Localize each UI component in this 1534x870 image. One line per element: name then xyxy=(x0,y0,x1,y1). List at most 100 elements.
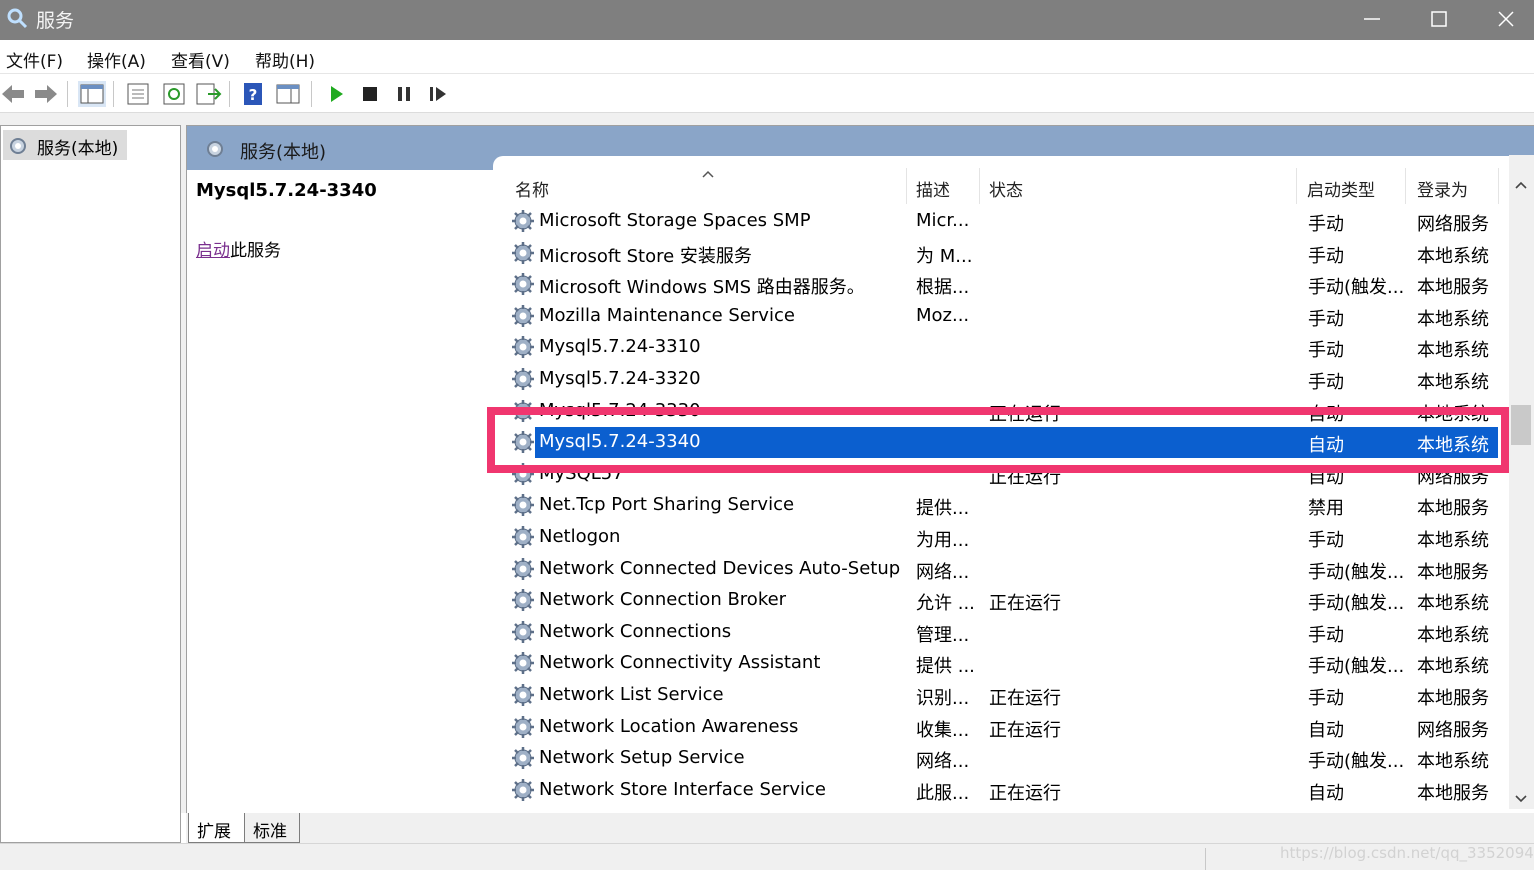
service-row[interactable]: Microsoft Store 安装服务 为 M... 手动 本地系统 xyxy=(493,238,1513,269)
service-row[interactable]: Network Store Interface Service 此服... 正在运行… xyxy=(493,775,1513,806)
service-row[interactable]: Network Connection Broker 允许 ... 正在运行 手动(触发… xyxy=(493,585,1513,616)
service-name: Mysql5.7.24-3320 xyxy=(539,368,701,389)
service-name: Network Store Interface Service xyxy=(539,778,827,800)
pause-icon[interactable] xyxy=(390,81,418,107)
service-row[interactable]: Mysql5.7.24-3310 手动 本地系统 xyxy=(493,332,1513,363)
service-startup-type: 手动 xyxy=(1308,340,1344,362)
menu-view[interactable]: 查看(V) xyxy=(171,47,230,72)
service-gear-icon xyxy=(511,304,535,332)
column-header-status[interactable]: 状态 xyxy=(989,176,1023,201)
service-logon-as: 本地服务 xyxy=(1417,277,1489,299)
service-row[interactable]: Network Connected Devices Auto-Setup 网络..… xyxy=(493,554,1513,585)
service-name: Network Connections xyxy=(539,620,732,642)
menu-help[interactable]: 帮助(H) xyxy=(255,47,315,72)
vertical-scrollbar[interactable] xyxy=(1509,155,1534,809)
scroll-down-icon[interactable] xyxy=(1515,789,1527,808)
service-gear-icon xyxy=(511,778,535,806)
service-description: 管理... xyxy=(916,624,970,646)
service-row[interactable]: Microsoft Windows SMS 路由器服务。 根据... 手动(触发..… xyxy=(493,269,1513,300)
column-divider[interactable] xyxy=(1296,168,1297,204)
service-row[interactable]: Microsoft Storage Spaces SMP Micr... 手动 网络服… xyxy=(493,206,1513,237)
scrollbar-thumb[interactable] xyxy=(1511,405,1531,445)
service-description: Micr... xyxy=(916,210,970,231)
forward-arrow-icon[interactable] xyxy=(31,81,59,107)
service-gear-icon xyxy=(511,241,535,269)
show-hide-icon[interactable] xyxy=(274,81,302,107)
service-startup-type: 手动(触发... xyxy=(1308,751,1405,773)
column-header-desc[interactable]: 描述 xyxy=(916,176,950,201)
toolbar-separator xyxy=(67,81,68,107)
close-button[interactable] xyxy=(1472,0,1534,40)
column-header-startup[interactable]: 启动类型 xyxy=(1307,176,1375,201)
stop-icon[interactable] xyxy=(356,81,384,107)
service-logon-as: 本地系统 xyxy=(1417,530,1489,551)
service-startup-type: 手动(触发... xyxy=(1308,656,1405,678)
properties-icon[interactable] xyxy=(124,81,152,107)
service-row[interactable]: Network Location Awareness 收集... 正在运行 自动 网络服… xyxy=(493,712,1513,743)
maximize-button[interactable] xyxy=(1405,0,1471,40)
tab-extended[interactable]: 扩展 xyxy=(188,813,246,843)
service-gear-icon xyxy=(511,335,535,363)
service-name: Mozilla Maintenance Service xyxy=(539,304,795,326)
service-startup-type: 自动 xyxy=(1308,719,1344,741)
column-divider[interactable] xyxy=(1498,168,1499,204)
start-service-link[interactable]: 启动 xyxy=(196,241,230,261)
sort-ascending-icon xyxy=(701,164,715,183)
minimize-button[interactable] xyxy=(1338,0,1404,40)
service-description: 提供 ... xyxy=(916,656,975,678)
service-logon-as: 本地服务 xyxy=(1417,782,1489,804)
tab-standard[interactable]: 标准 xyxy=(244,813,300,843)
service-row[interactable]: Network List Service 识别... 正在运行 手动 本地服务 xyxy=(493,680,1513,711)
service-logon-as: 网络服务 xyxy=(1417,719,1489,741)
service-gear-icon xyxy=(511,493,535,521)
service-description: 为 M... xyxy=(916,245,973,267)
console-tree-icon[interactable] xyxy=(78,81,106,107)
services-list: 名称 描述 状态 启动类型 登录为 Microsoft Storage Spac… xyxy=(493,156,1534,815)
column-header-name[interactable]: 名称 xyxy=(515,176,549,201)
service-logon-as: 本地服务 xyxy=(1417,688,1489,709)
resume-icon[interactable] xyxy=(424,81,452,107)
service-gear-icon xyxy=(511,588,535,616)
service-name: Mysql5.7.24-3310 xyxy=(539,336,701,358)
window-title: 服务 xyxy=(36,10,75,32)
service-gear-icon xyxy=(511,557,535,585)
service-startup-type: 手动 xyxy=(1308,245,1344,267)
service-startup-type: 手动(触发... xyxy=(1308,593,1405,615)
console-tree: 服务(本地) xyxy=(0,125,181,843)
column-divider[interactable] xyxy=(1405,168,1406,204)
pane-header-label: 服务(本地) xyxy=(240,142,327,163)
service-gear-icon xyxy=(511,651,535,679)
service-name: Network Connected Devices Auto-Setup xyxy=(539,557,901,579)
service-startup-type: 手动 xyxy=(1308,688,1344,709)
highlight-annotation-box xyxy=(487,407,1509,473)
status-bar: https://blog.csdn.net/qq_33520945 xyxy=(0,843,1534,870)
service-logon-as: 本地系统 xyxy=(1417,751,1489,773)
service-row[interactable]: Network Setup Service 网络... 手动(触发... 本地系统 xyxy=(493,743,1513,774)
tree-node-services-local[interactable]: 服务(本地) xyxy=(3,130,127,160)
export-list-icon[interactable] xyxy=(194,81,222,107)
menu-bar: 文件(F) 操作(A) 查看(V) 帮助(H) xyxy=(0,40,1534,74)
service-row[interactable]: Mozilla Maintenance Service Moz... 手动 本地系统 xyxy=(493,301,1513,332)
service-name: Net.Tcp Port Sharing Service xyxy=(539,494,795,516)
back-arrow-icon[interactable] xyxy=(0,81,28,107)
service-row[interactable]: Mysql5.7.24-3320 手动 本地系统 xyxy=(493,364,1513,395)
service-row[interactable]: Network Connections 管理... 手动 本地系统 xyxy=(493,617,1513,648)
service-gear-icon xyxy=(511,620,535,648)
column-divider[interactable] xyxy=(979,168,980,204)
help-icon[interactable]: ? xyxy=(240,81,268,107)
service-status: 正在运行 xyxy=(989,719,1061,741)
scroll-up-icon[interactable] xyxy=(1515,175,1527,194)
column-header-logon[interactable]: 登录为 xyxy=(1417,176,1468,201)
maximize-icon xyxy=(1431,11,1447,27)
refresh-icon[interactable] xyxy=(160,81,188,107)
menu-action[interactable]: 操作(A) xyxy=(87,47,146,72)
column-divider[interactable] xyxy=(906,168,907,204)
service-row[interactable]: Network Connectivity Assistant 提供 ... 手动(触… xyxy=(493,648,1513,679)
watermark-text: https://blog.csdn.net/qq_33520945 xyxy=(1280,844,1534,862)
play-icon[interactable] xyxy=(322,81,350,107)
service-row[interactable]: Netlogon 为用... 手动 本地系统 xyxy=(493,522,1513,553)
service-logon-as: 本地系统 xyxy=(1417,593,1489,615)
service-row[interactable]: Net.Tcp Port Sharing Service 提供... 禁用 本地服务 xyxy=(493,490,1513,521)
tree-node-label: 服务(本地) xyxy=(37,139,119,159)
menu-file[interactable]: 文件(F) xyxy=(6,47,63,72)
